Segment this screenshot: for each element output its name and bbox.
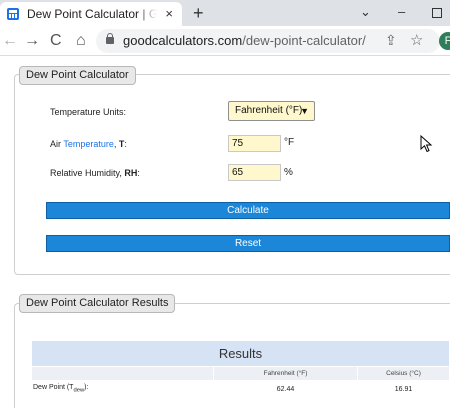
temperature-unit: °F (284, 137, 295, 148)
reload-icon[interactable]: C (50, 31, 62, 51)
temperature-label-colon: : (124, 139, 127, 149)
chevron-down-icon: ▼ (300, 106, 309, 116)
home-icon[interactable]: ⌂ (76, 31, 86, 51)
calculate-button[interactable]: Calculate (46, 202, 450, 219)
temperature-label: Air Temperature, T: (50, 139, 127, 149)
humidity-symbol: RH (124, 168, 138, 178)
tab-search-icon[interactable]: ⌄ (360, 3, 371, 21)
calculator-favicon-icon (7, 8, 19, 20)
url-text[interactable]: goodcalculators.com/dew-point-calculator… (123, 33, 366, 48)
units-select[interactable]: Fahrenheit (°F) ▼ (228, 101, 315, 121)
url-path: /dew-point-calculator/ (242, 33, 366, 48)
dew-point-label-suffix: ): (84, 384, 89, 392)
browser-toolbar: ← → C ⌂ goodcalculators.com/dew-point-ca… (0, 26, 450, 56)
humidity-label-text: Relative Humidity, (50, 168, 125, 178)
mouse-cursor-icon (420, 135, 433, 153)
temperature-input[interactable]: 75 (228, 135, 281, 152)
dew-point-label-subscript: dew (73, 387, 85, 394)
results-legend: Dew Point Calculator Results (19, 294, 176, 313)
profile-avatar[interactable]: F (439, 32, 450, 50)
results-title-row: Results (31, 340, 450, 367)
minimize-icon[interactable]: – (398, 3, 405, 21)
table-row: Dew Point (Tdew): 62.44 16.91 (31, 380, 450, 398)
units-selected-value: Fahrenheit (°F) (235, 105, 303, 116)
browser-tabstrip: Dew Point Calculator | Good Calculators … (0, 0, 450, 26)
humidity-label: Relative Humidity, RH: (50, 168, 140, 178)
temperature-label-prefix: Air (50, 139, 64, 149)
units-label: Temperature Units: (50, 107, 127, 117)
results-column-header-row: Fahrenheit (°F) Celsius (°C) (31, 366, 450, 381)
fahrenheit-column-header: Fahrenheit (°F) (213, 366, 358, 381)
humidity-input[interactable]: 65 (228, 164, 281, 181)
calculator-legend: Dew Point Calculator (19, 66, 136, 85)
tab-title: Dew Point Calculator | Good Calculators (27, 7, 157, 21)
dew-point-fahrenheit: 62.44 (213, 380, 358, 398)
new-tab-button[interactable]: + (193, 3, 204, 23)
results-title: Results (31, 340, 450, 367)
celsius-column-header: Celsius (°C) (357, 366, 450, 381)
humidity-label-colon: : (137, 168, 140, 178)
maximize-icon[interactable] (432, 8, 442, 18)
lock-icon (106, 33, 114, 44)
close-tab-icon[interactable]: × (165, 6, 173, 22)
results-header-blank (31, 366, 214, 381)
dew-point-celsius: 16.91 (357, 380, 450, 398)
humidity-unit: % (284, 167, 293, 178)
temperature-link[interactable]: Temperature (63, 139, 114, 149)
results-table: Results Fahrenheit (°F) Celsius (°C) Dew… (31, 340, 450, 398)
reset-button[interactable]: Reset (46, 235, 450, 252)
back-arrow-icon[interactable]: ← (2, 31, 18, 51)
forward-arrow-icon[interactable]: → (24, 31, 40, 51)
dew-point-label-prefix: Dew Point (T (33, 384, 74, 392)
dew-point-row-label: Dew Point (Tdew): (31, 380, 214, 398)
browser-tab[interactable]: Dew Point Calculator | Good Calculators … (0, 2, 182, 26)
share-icon[interactable]: ⇪ (385, 32, 397, 49)
address-bar[interactable]: goodcalculators.com/dew-point-calculator… (96, 29, 450, 53)
url-host: goodcalculators.com (123, 33, 243, 48)
bookmark-star-icon[interactable]: ☆ (410, 31, 423, 49)
